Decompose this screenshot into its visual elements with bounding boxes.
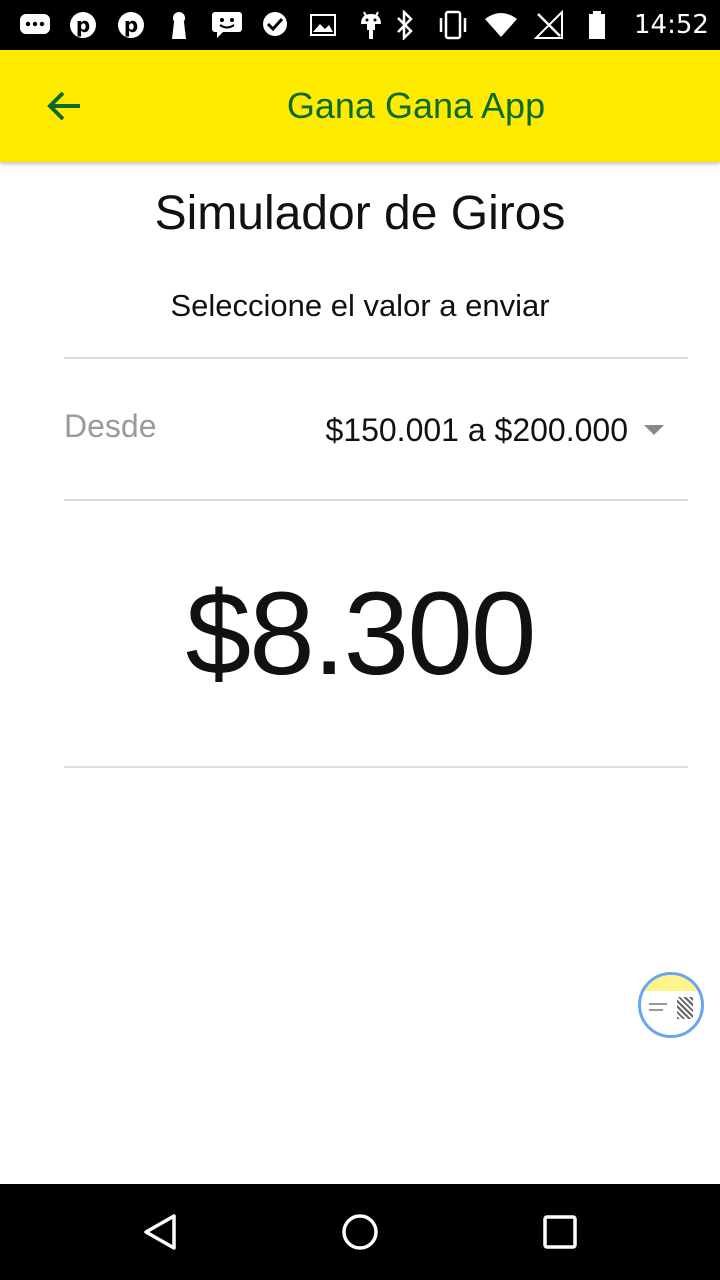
home-circle-icon bbox=[342, 1214, 378, 1250]
android-icon bbox=[354, 10, 388, 40]
svg-text:p: p bbox=[76, 13, 90, 37]
floating-screenshot-bubble[interactable] bbox=[638, 972, 704, 1038]
navigation-bar bbox=[0, 1184, 720, 1280]
nav-recents-button[interactable] bbox=[520, 1202, 600, 1262]
back-button[interactable] bbox=[28, 76, 100, 136]
range-selected-value: $150.001 a $200.000 bbox=[325, 411, 628, 448]
back-triangle-icon bbox=[144, 1214, 176, 1250]
chat-icon bbox=[210, 10, 244, 40]
messages-icon bbox=[18, 10, 52, 40]
bubble-qr-icon bbox=[677, 997, 693, 1019]
range-label: Desde bbox=[64, 408, 157, 444]
recents-square-icon bbox=[543, 1215, 577, 1249]
divider bbox=[64, 766, 688, 768]
notification-icons: p p bbox=[0, 10, 388, 40]
nav-back-button[interactable] bbox=[120, 1202, 200, 1262]
bubble-line bbox=[649, 1009, 663, 1011]
bubble-line bbox=[649, 1003, 667, 1005]
amount-value: $8.300 bbox=[185, 568, 537, 700]
svg-text:p: p bbox=[124, 13, 138, 37]
status-bar: p p 14:52 bbox=[0, 0, 720, 50]
wifi-icon bbox=[484, 10, 518, 40]
dropdown-arrow-icon bbox=[644, 425, 664, 435]
divider bbox=[64, 499, 688, 501]
range-dropdown[interactable]: $150.001 a $200.000 bbox=[325, 404, 664, 456]
app-bar: Gana Gana App bbox=[0, 50, 720, 162]
pinterest-icon: p bbox=[114, 10, 148, 40]
app-title: Gana Gana App bbox=[286, 85, 546, 126]
arrow-back-icon bbox=[47, 91, 80, 121]
image-icon bbox=[306, 10, 340, 40]
clock: 14:52 bbox=[634, 10, 709, 40]
nav-home-button[interactable] bbox=[320, 1202, 400, 1262]
divider bbox=[64, 357, 688, 359]
keyhole-icon bbox=[162, 10, 196, 40]
subtitle: Seleccione el valor a enviar bbox=[170, 288, 550, 323]
bubble-header bbox=[641, 975, 701, 991]
screen: p p 14:52 Gana Gana App Simulador de Gir… bbox=[0, 0, 720, 1280]
system-icons: 14:52 bbox=[388, 10, 720, 40]
bluetooth-icon bbox=[388, 10, 422, 40]
no-signal-icon bbox=[532, 10, 566, 40]
pinterest-icon: p bbox=[66, 10, 100, 40]
battery-icon bbox=[580, 10, 614, 40]
page-title: Simulador de Giros bbox=[154, 187, 566, 240]
vibrate-icon bbox=[436, 10, 470, 40]
heart-chat-icon bbox=[258, 10, 292, 40]
